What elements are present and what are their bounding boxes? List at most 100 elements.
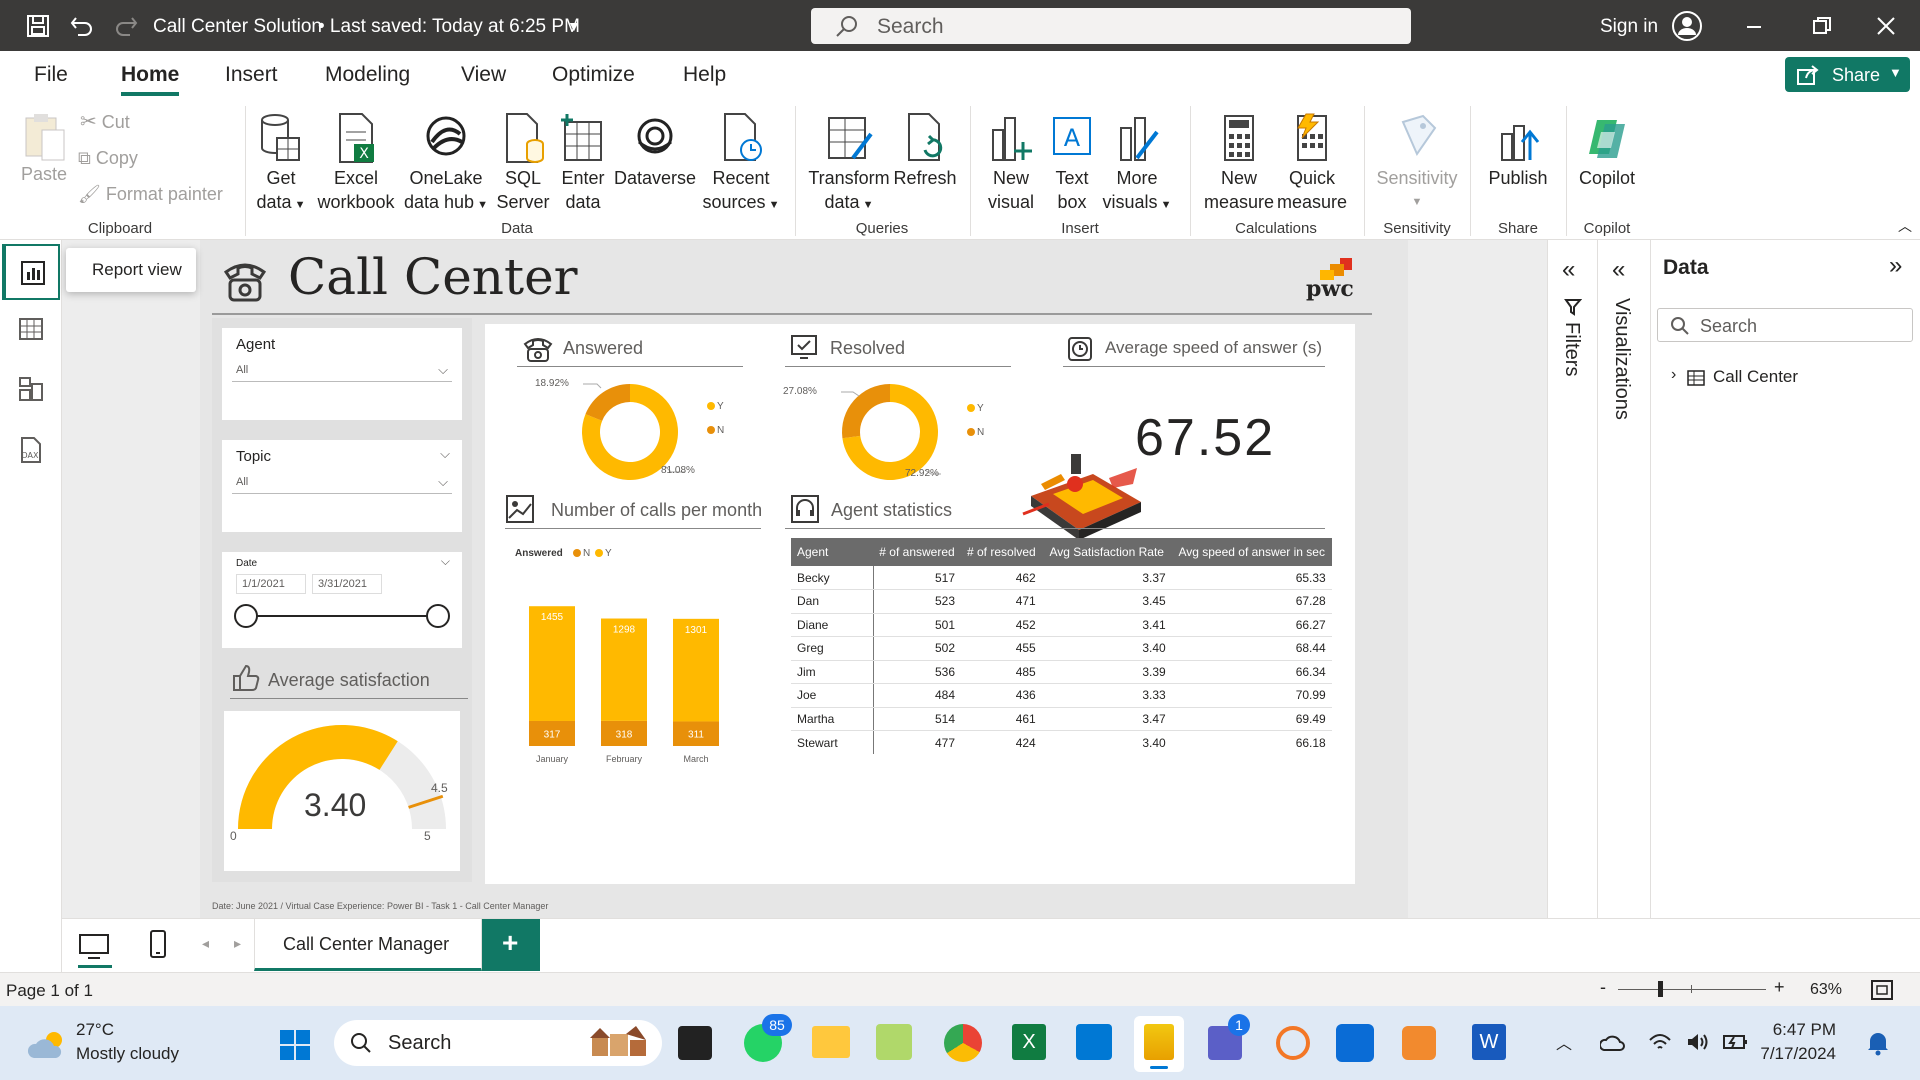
get-data-button[interactable]: Get data ▼ <box>250 112 312 217</box>
menu-home[interactable]: Home <box>121 63 179 87</box>
date-start-input[interactable]: 1/1/2021 <box>236 574 306 594</box>
task-view-icon[interactable] <box>678 1026 712 1060</box>
date-end-handle[interactable] <box>426 604 450 628</box>
bar-segment-y[interactable] <box>529 606 575 721</box>
refresh-button[interactable]: Refresh <box>892 112 958 190</box>
windows-start-icon[interactable] <box>278 1028 312 1062</box>
cut-button[interactable]: ✂ Cut <box>80 110 130 134</box>
chevron-down-icon[interactable]: ⌵ <box>440 446 450 462</box>
menu-view[interactable]: View <box>461 63 506 87</box>
excel-workbook-button[interactable]: X Excel workbook <box>315 112 397 214</box>
wifi-icon[interactable] <box>1648 1032 1672 1052</box>
close-icon[interactable] <box>1876 16 1896 36</box>
column-header[interactable]: # of resolved <box>961 538 1042 566</box>
undo-icon[interactable] <box>70 14 94 38</box>
new-visual-button[interactable]: New visual <box>980 112 1042 214</box>
zoom-slider-thumb[interactable] <box>1658 981 1663 997</box>
chevron-down-icon[interactable]: ⌵ <box>441 554 450 569</box>
table-view-icon[interactable] <box>18 316 44 342</box>
word-icon[interactable]: W <box>1472 1024 1506 1060</box>
taskbar-search[interactable]: Search <box>334 1020 662 1066</box>
redo-icon[interactable] <box>114 14 138 38</box>
column-header[interactable]: # of answered <box>873 538 961 566</box>
zoom-out-button[interactable]: - <box>1600 977 1606 998</box>
add-page-button[interactable]: + <box>482 919 540 971</box>
search-input[interactable]: Search <box>811 8 1411 44</box>
paste-button[interactable]: Paste <box>14 112 74 186</box>
zoom-in-button[interactable]: + <box>1774 977 1785 998</box>
table-row[interactable]: Stewart 477 424 3.40 66.18 <box>791 730 1332 754</box>
powerbi-active-tile[interactable] <box>1134 1016 1184 1072</box>
excel-app-icon[interactable]: X <box>1012 1024 1046 1060</box>
table-row[interactable]: Diane 501 452 3.41 66.27 <box>791 613 1332 637</box>
show-hidden-icons[interactable]: ︿ <box>1556 1030 1572 1054</box>
desktop-layout-icon[interactable] <box>78 933 112 961</box>
collapse-icon[interactable]: » <box>1889 252 1902 280</box>
column-header[interactable]: Agent <box>791 538 873 566</box>
menu-help[interactable]: Help <box>683 63 726 87</box>
table-row[interactable]: Martha 514 461 3.47 69.49 <box>791 707 1332 731</box>
agent-dropdown[interactable]: All ⌵ <box>232 360 452 382</box>
sign-in-link[interactable]: Sign in <box>1600 16 1658 38</box>
table-row[interactable]: Greg 502 455 3.40 68.44 <box>791 636 1332 661</box>
zoom-track[interactable] <box>1618 989 1766 990</box>
copy-button[interactable]: ⧉ Copy <box>78 146 138 170</box>
dax-query-icon[interactable]: DAX <box>16 436 44 464</box>
sensitivity-button[interactable]: Sensitivity ▼ <box>1370 112 1464 214</box>
format-painter-button[interactable]: 🖌 Format painter <box>78 182 223 206</box>
restore-icon[interactable] <box>1812 16 1832 36</box>
new-measure-button[interactable]: New measure <box>1200 112 1278 214</box>
table-row[interactable]: Joe 484 436 3.33 70.99 <box>791 683 1332 708</box>
expand-icon[interactable]: « <box>1562 256 1575 284</box>
publish-button[interactable]: Publish <box>1478 112 1558 190</box>
minimize-icon[interactable] <box>1745 18 1763 36</box>
collapse-ribbon-icon[interactable]: ︿ <box>1898 216 1912 236</box>
scroll-left-icon[interactable]: ◂ <box>202 935 209 952</box>
column-header[interactable]: Avg speed of answer in sec <box>1171 538 1332 566</box>
onelake-button[interactable]: OneLake data hub ▼ <box>403 112 489 217</box>
enter-data-button[interactable]: Enter data <box>558 112 608 214</box>
data-tree-item-call-center[interactable]: › Call Center <box>1671 364 1901 392</box>
model-view-icon[interactable] <box>18 376 44 402</box>
filters-pane-collapsed[interactable]: « Filters <box>1547 240 1597 918</box>
onedrive-icon[interactable] <box>1600 1032 1626 1052</box>
dataverse-button[interactable]: Dataverse <box>613 112 697 190</box>
chevron-down-icon[interactable]: ▼ <box>567 18 581 34</box>
recent-sources-button[interactable]: Recent sources ▼ <box>700 112 782 217</box>
chrome-icon[interactable] <box>944 1024 982 1062</box>
notification-bell-icon[interactable] <box>1866 1030 1890 1056</box>
vscode-icon[interactable] <box>1076 1024 1112 1060</box>
column-header[interactable]: Avg Satisfaction Rate <box>1041 538 1172 566</box>
date-start-handle[interactable] <box>234 604 258 628</box>
more-visuals-button[interactable]: More visuals ▼ <box>1100 112 1174 217</box>
data-search-input[interactable]: Search <box>1657 308 1913 342</box>
scroll-right-icon[interactable]: ▸ <box>234 935 241 952</box>
quick-measure-button[interactable]: Quick measure <box>1272 112 1352 214</box>
menu-file[interactable]: File <box>34 63 68 87</box>
visualizations-pane-collapsed[interactable]: « Visualizations <box>1597 240 1650 918</box>
jupyter-icon[interactable] <box>1276 1026 1310 1060</box>
share-button[interactable]: Share ▼ <box>1785 57 1910 92</box>
table-row[interactable]: Becky 517 462 3.37 65.33 <box>791 566 1332 590</box>
expand-icon[interactable]: « <box>1612 256 1625 284</box>
zoom-level[interactable]: 63% <box>1810 981 1842 999</box>
cloud-weather-icon[interactable] <box>28 1030 66 1060</box>
save-icon[interactable] <box>26 14 50 38</box>
fit-to-page-icon[interactable] <box>1870 979 1894 1001</box>
report-view-button[interactable] <box>2 244 60 300</box>
file-explorer-icon[interactable] <box>812 1026 850 1058</box>
menu-insert[interactable]: Insert <box>225 63 278 87</box>
transform-data-button[interactable]: Transform data ▼ <box>806 112 892 217</box>
snipping-tool-icon[interactable] <box>876 1024 912 1060</box>
media-player-icon[interactable] <box>1402 1026 1436 1060</box>
sql-server-button[interactable]: SQL Server <box>495 112 551 214</box>
copilot-button[interactable]: Copilot <box>1570 112 1644 190</box>
menu-modeling[interactable]: Modeling <box>325 63 410 87</box>
date-end-input[interactable]: 3/31/2021 <box>312 574 382 594</box>
text-box-button[interactable]: A Text box <box>1044 112 1100 214</box>
photos-icon[interactable] <box>1336 1024 1374 1062</box>
table-row[interactable]: Jim 536 485 3.39 66.34 <box>791 660 1332 684</box>
mobile-layout-icon[interactable] <box>148 929 168 959</box>
avatar[interactable] <box>1671 10 1703 42</box>
volume-icon[interactable] <box>1686 1032 1710 1052</box>
